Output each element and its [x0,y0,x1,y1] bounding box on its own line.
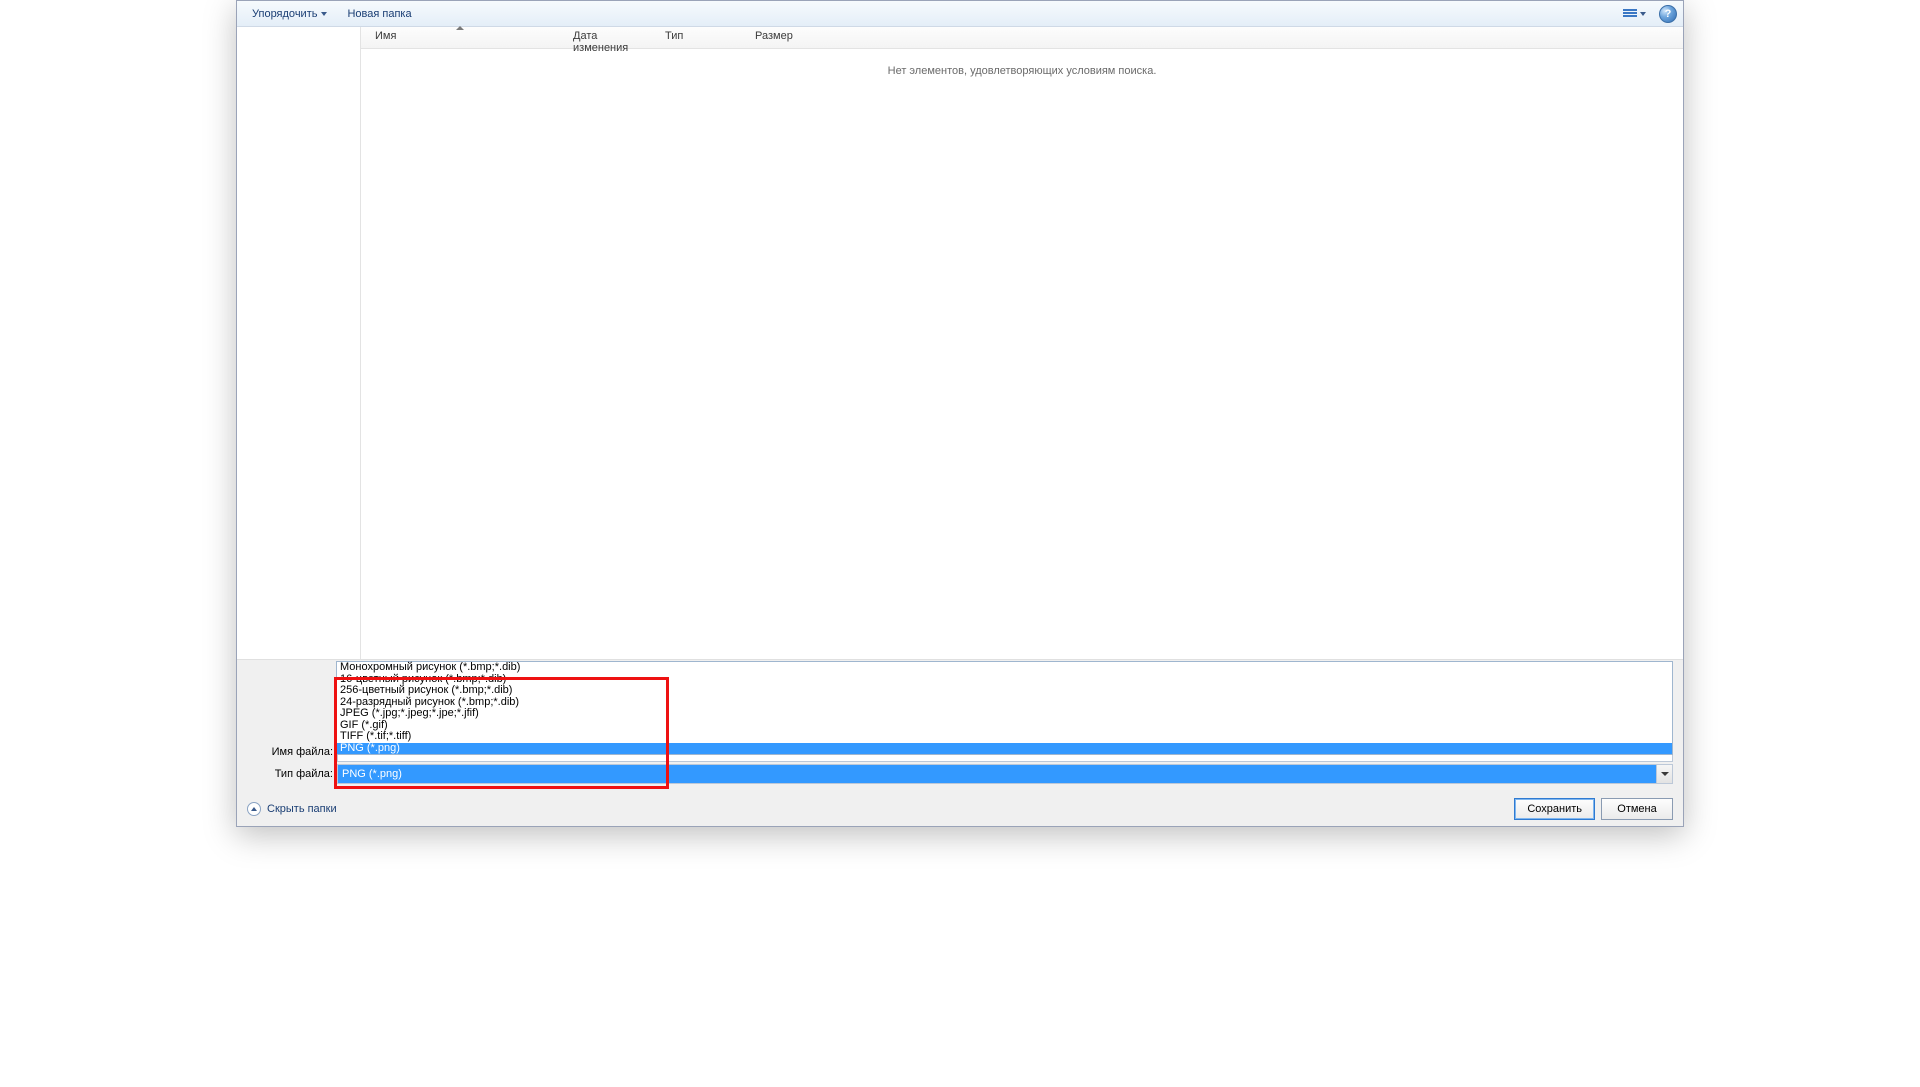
hide-folders-button[interactable]: Скрыть папки [247,802,337,816]
view-options-button[interactable] [1618,6,1651,22]
file-type-option[interactable]: PNG (*.png) [337,743,1672,755]
help-button[interactable]: ? [1659,5,1677,23]
cancel-button[interactable]: Отмена [1601,798,1673,820]
save-button[interactable]: Сохранить [1514,798,1595,820]
filetype-combo[interactable]: PNG (*.png) [337,764,1673,784]
filetype-selected-value: PNG (*.png) [338,765,1656,783]
chevron-down-icon [1640,12,1646,16]
file-type-option[interactable]: 24-разрядный рисунок (*.bmp;*.dib) [337,697,1672,709]
empty-message: Нет элементов, удовлетворяющих условиям … [888,65,1157,77]
bottom-panel: Монохромный рисунок (*.bmp;*.dib)16-цвет… [237,659,1683,792]
toolbar: Упорядочить Новая папка ? [237,1,1683,27]
column-date-modified[interactable]: Дата изменения [559,27,651,48]
file-list[interactable]: Нет элементов, удовлетворяющих условиям … [361,49,1683,659]
filetype-dropdown-button[interactable] [1656,765,1672,783]
chevron-down-icon [1661,772,1669,776]
organize-label: Упорядочить [252,8,317,20]
filename-label: Имя файла: [247,746,337,758]
action-bar: Скрыть папки Сохранить Отмена [237,792,1683,826]
main-area: Имя Дата изменения Тип Размер Нет элемен… [237,27,1683,659]
file-type-option[interactable]: JPEG (*.jpg;*.jpeg;*.jpe;*.jfif) [337,708,1672,720]
navigation-pane[interactable] [237,27,361,659]
organize-button[interactable]: Упорядочить [243,4,336,24]
new-folder-label: Новая папка [347,8,411,20]
filetype-row: Тип файла: PNG (*.png) [247,764,1673,784]
hide-folders-label: Скрыть папки [267,803,337,815]
save-as-dialog: Упорядочить Новая папка ? Имя Дата измен… [236,0,1684,827]
column-size[interactable]: Размер [741,27,831,48]
file-type-option[interactable]: TIFF (*.tif;*.tiff) [337,731,1672,743]
chevron-down-icon [321,12,327,16]
column-headers: Имя Дата изменения Тип Размер [361,27,1683,49]
new-folder-button[interactable]: Новая папка [338,4,420,24]
column-type[interactable]: Тип [651,27,741,48]
view-list-icon [1623,9,1637,19]
file-type-option[interactable]: 16-цветный рисунок (*.bmp;*.dib) [337,674,1672,686]
column-name[interactable]: Имя [361,27,559,48]
file-type-option[interactable]: GIF (*.gif) [337,720,1672,732]
chevron-up-icon [247,802,261,816]
file-type-dropdown-popup[interactable]: Монохромный рисунок (*.bmp;*.dib)16-цвет… [336,661,1673,755]
file-type-option[interactable]: 256-цветный рисунок (*.bmp;*.dib) [337,685,1672,697]
filetype-label: Тип файла: [247,768,337,780]
content-pane: Имя Дата изменения Тип Размер Нет элемен… [361,27,1683,659]
file-type-option[interactable]: Монохромный рисунок (*.bmp;*.dib) [337,662,1672,674]
